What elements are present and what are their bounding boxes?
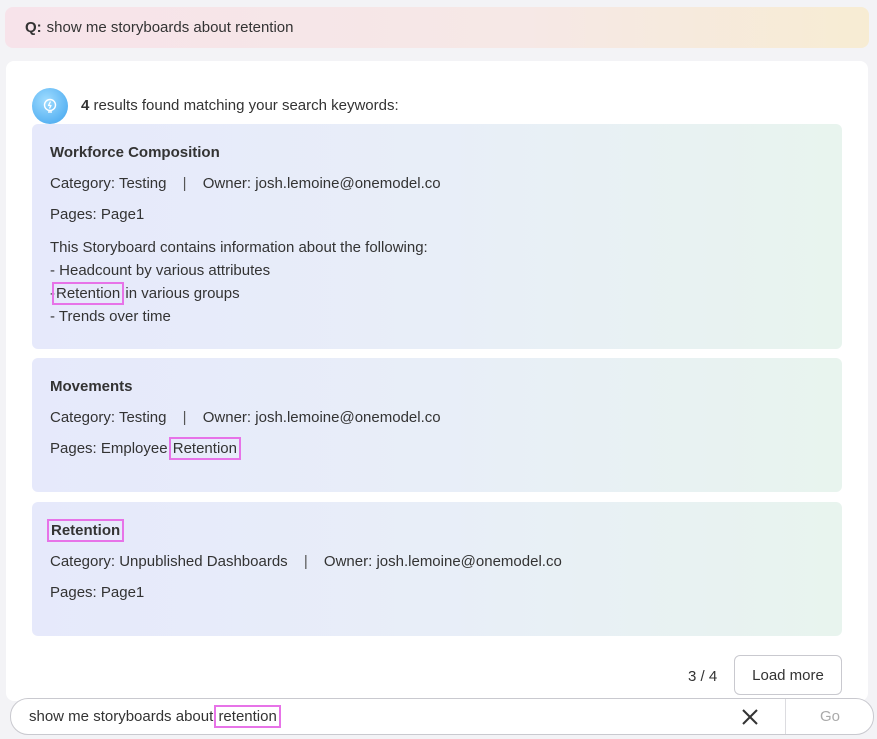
close-icon[interactable] — [740, 707, 760, 727]
keyword-highlight: retention — [214, 705, 281, 728]
result-meta: Category: Testing | Owner: josh.lemoine@… — [50, 175, 441, 192]
result-description: This Storyboard contains information abo… — [50, 239, 428, 325]
result-card-workforce-composition[interactable]: Workforce Composition Category: Testing … — [32, 124, 842, 349]
result-title[interactable]: Retention — [46, 519, 125, 542]
result-card-movements[interactable]: Movements Category: Testing | Owner: jos… — [32, 358, 842, 492]
search-input-bar[interactable]: show me storyboards about retention Go — [10, 698, 874, 735]
results-panel: 4 results found matching your search key… — [6, 61, 868, 701]
result-category: Unpublished Dashboards — [119, 553, 288, 570]
result-pages: Pages: Page1 — [50, 584, 145, 601]
result-pages: Pages: Employee Retention — [50, 437, 241, 460]
load-more-button[interactable]: Load more — [734, 655, 842, 695]
lightbulb-icon — [32, 88, 68, 124]
result-category: Testing — [118, 409, 167, 426]
meta-separator: | — [303, 553, 308, 570]
query-prefix: Q: — [25, 19, 42, 36]
results-summary-text: results found matching your search keywo… — [93, 97, 399, 114]
query-banner: Q: show me storyboards about retention — [5, 7, 869, 48]
query-text: show me storyboards about retention — [46, 19, 294, 36]
meta-separator: | — [182, 175, 187, 192]
result-meta: Category: Unpublished Dashboards | Owner… — [50, 553, 562, 570]
results-count: 4 — [81, 97, 90, 114]
keyword-highlight: Retention — [51, 282, 125, 305]
result-title[interactable]: Workforce Composition — [50, 144, 824, 161]
result-category: Testing — [118, 175, 167, 192]
result-meta: Category: Testing | Owner: josh.lemoine@… — [50, 409, 441, 426]
pagination-indicator: 3 / 4 — [688, 668, 718, 685]
go-button[interactable]: Go — [785, 699, 874, 734]
result-pages: Pages: Page1 — [50, 206, 145, 223]
meta-separator: | — [182, 409, 187, 426]
keyword-highlight: Retention — [168, 437, 241, 460]
result-owner: josh.lemoine@onemodel.co — [255, 175, 441, 192]
result-owner: josh.lemoine@onemodel.co — [376, 553, 562, 570]
result-title[interactable]: Movements — [50, 378, 824, 395]
result-card-retention[interactable]: Retention Category: Unpublished Dashboar… — [32, 502, 842, 636]
result-owner: josh.lemoine@onemodel.co — [255, 409, 441, 426]
results-summary: 4 results found matching your search key… — [81, 97, 399, 114]
search-input[interactable]: show me storyboards about retention — [29, 705, 281, 728]
